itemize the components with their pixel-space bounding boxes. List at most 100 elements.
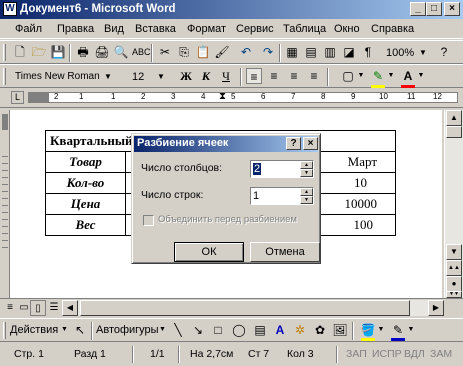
status-track-changes[interactable]: ИСПР [372,348,402,360]
chevron-down-icon[interactable]: ▼ [417,45,429,61]
wordart-icon[interactable]: A [272,322,288,338]
open-icon[interactable]: 🗁 [31,44,47,60]
spelling-icon[interactable]: ABC [132,44,151,60]
dialog-help-button[interactable]: ? [286,137,301,150]
toolbar-grip[interactable] [3,44,6,61]
columns-icon[interactable]: ▥ [322,44,338,60]
outside-border-icon[interactable]: ▢ [340,68,356,84]
outline-view-icon[interactable]: ☰ [46,300,62,316]
menu-window[interactable]: Окно [334,23,360,35]
dialog-close-button[interactable]: × [303,137,318,150]
scroll-right-icon[interactable]: ▶ [428,300,444,316]
tab-selector-icon[interactable]: L [11,91,24,104]
spin-up-icon[interactable]: ▲ [300,161,313,169]
line-color-icon[interactable]: ✎ [390,322,406,338]
text-box-icon[interactable]: ▤ [252,322,268,338]
font-color-icon[interactable]: A [400,68,416,84]
horizontal-ruler[interactable]: L 1 2 1 2 3 4 5 6 7 8 9 10 11 12 ⧗ [0,88,463,108]
undo-icon[interactable]: ↶ [238,44,254,60]
help-icon[interactable]: ? [436,44,452,60]
scroll-up-icon[interactable]: ▲ [446,110,462,126]
page-layout-icon[interactable]: ▯ [30,300,46,316]
new-document-icon[interactable]: 🗋 [12,44,28,60]
zoom-combo[interactable]: 100% ▼ [382,44,430,62]
menu-format[interactable]: Формат [187,23,226,35]
preview-icon[interactable]: 🔍 [113,44,129,60]
line-icon[interactable]: ╲ [170,322,186,338]
chevron-down-icon[interactable]: ▼ [376,322,386,338]
menu-view[interactable]: Вид [104,23,124,35]
table-cell[interactable]: Вес [45,214,126,236]
horizontal-scroll-thumb[interactable] [80,300,410,316]
print-icon[interactable]: 🖨 [94,44,110,60]
scroll-thumb[interactable] [446,126,462,138]
format-painter-icon[interactable]: 🖌 [214,44,230,60]
ruler-track[interactable]: 1 2 1 2 3 4 5 6 7 8 9 10 11 12 ⧗ [28,91,458,103]
menu-edit[interactable]: Правка [57,23,94,35]
next-page-icon[interactable]: ▼▼ [446,291,462,298]
autoshapes-menu[interactable]: Автофигуры [96,324,159,336]
chevron-down-icon[interactable]: ▼ [155,69,167,85]
rows-spinner[interactable]: 1 ▲ ▼ [250,187,314,205]
underline-button[interactable]: Ч [218,68,234,84]
menu-insert[interactable]: Вставка [135,23,176,35]
save-icon[interactable]: 💾 [50,44,66,60]
draw-actions-menu[interactable]: Действия [10,324,58,336]
chevron-down-icon[interactable]: ▼ [416,68,426,84]
status-extend[interactable]: ВДЛ [404,348,425,360]
browse-object-icon[interactable]: ● [446,276,462,292]
chevron-down-icon[interactable]: ▼ [356,68,366,84]
rectangle-icon[interactable]: □ [210,322,226,338]
align-center-icon[interactable]: ≡ [266,68,282,84]
drawing-icon[interactable]: ◪ [341,44,357,60]
highlight-icon[interactable]: ✎ [370,68,386,84]
bold-button[interactable]: Ж [178,68,194,84]
select-objects-icon[interactable]: ↖ [72,322,88,338]
word-app-icon[interactable]: W [3,2,17,16]
maximize-button[interactable]: □ [426,2,442,16]
chevron-down-icon[interactable]: ▼ [406,322,416,338]
align-right-icon[interactable]: ≡ [286,68,302,84]
clipart-icon[interactable]: ✿ [312,322,328,338]
fill-color-icon[interactable]: 🪣 [360,322,376,338]
copy-icon[interactable]: ⎘ [176,44,192,60]
menu-tools[interactable]: Сервис [236,23,274,35]
spin-down-icon[interactable]: ▼ [300,169,313,177]
chevron-down-icon[interactable]: ▼ [386,68,396,84]
close-window-button[interactable]: × [444,2,460,16]
justify-icon[interactable]: ≡ [306,68,322,84]
toolbar-grip[interactable] [3,68,6,85]
table-cell[interactable]: Товар [45,151,126,173]
spin-up-icon[interactable]: ▲ [300,188,313,196]
font-size-combo[interactable]: 12 ▼ [128,68,168,86]
picture-icon[interactable]: 🖼 [332,322,348,338]
arrow-icon[interactable]: ↘ [190,322,206,338]
chevron-down-icon[interactable]: ▼ [61,326,68,333]
status-overtype[interactable]: ЗАМ [430,348,452,360]
merge-checkbox[interactable] [143,215,154,226]
chevron-down-icon[interactable]: ▼ [159,326,166,333]
redo-icon[interactable]: ↷ [260,44,276,60]
chevron-down-icon[interactable]: ▼ [102,69,114,85]
dialog-title-bar[interactable]: Разбиение ячеек ? × [134,136,318,152]
ok-button[interactable]: ОК [174,242,244,262]
table-cell[interactable]: Цена [45,193,126,215]
spin-down-icon[interactable]: ▼ [300,196,313,204]
scroll-down-icon[interactable]: ▼ [446,244,462,260]
cut-icon[interactable]: ✂ [157,44,173,60]
print-preview-icon[interactable]: 🖶 [75,44,91,60]
status-record[interactable]: ЗАП [346,348,367,360]
cancel-button[interactable]: Отмена [250,242,320,262]
indent-marker-icon[interactable]: ⧗ [219,91,226,103]
font-name-combo[interactable]: Times New Roman ▼ [11,68,115,86]
diagram-icon[interactable]: ✲ [292,322,308,338]
previous-page-icon[interactable]: ▲▲ [446,260,462,276]
italic-button[interactable]: К [198,68,214,84]
align-left-icon[interactable]: ≡ [246,68,262,84]
insert-table-icon[interactable]: ▤ [303,44,319,60]
menu-table[interactable]: Таблица [283,23,326,35]
menu-help[interactable]: Справка [371,23,414,35]
menu-file[interactable]: Файл [15,23,42,35]
columns-spinner[interactable]: 2 ▲ ▼ [250,160,314,178]
minimize-button[interactable]: _ [410,2,426,16]
